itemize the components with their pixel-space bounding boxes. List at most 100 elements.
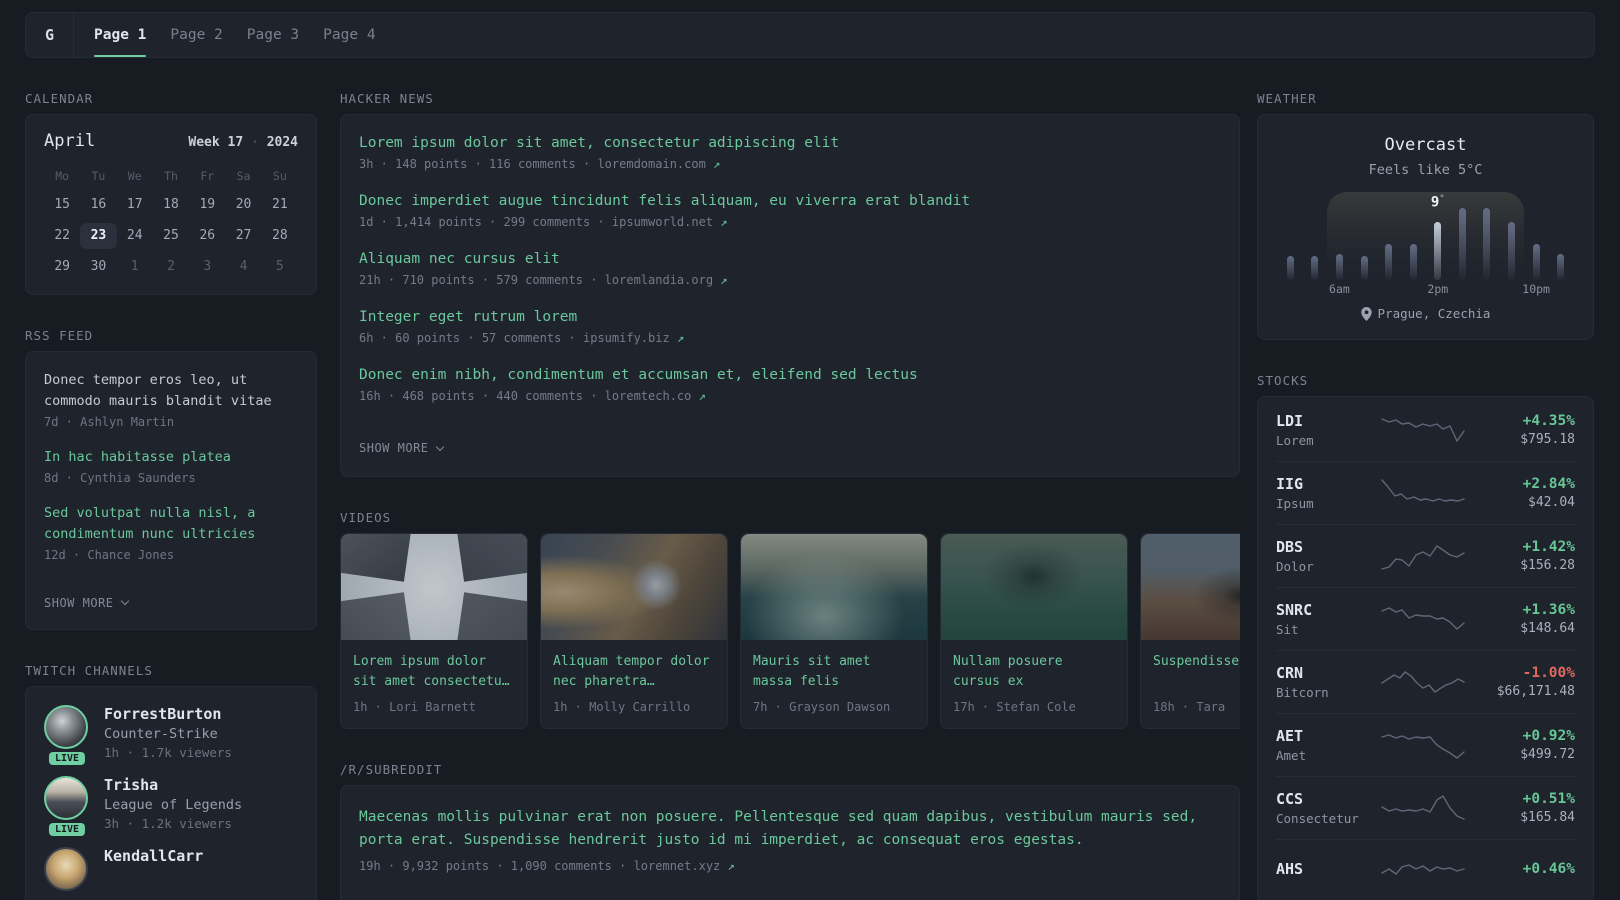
hn-item-domain-link[interactable]: loremtech.co ↗ [605, 389, 706, 403]
rss-item: Sed volutpat nulla nisl, a condimentum n… [44, 503, 298, 562]
video-title: Aliquam tempor dolor nec pharetra… [553, 654, 710, 690]
weather-hour-labels: 6am 2pm 10pm [1329, 282, 1550, 296]
section-title: RSS FEED [25, 328, 94, 343]
weather-section: WEATHER Overcast Feels like 5°C 9° 6am 2… [1257, 91, 1594, 340]
stock-row[interactable]: AET Amet +0.92% $499.72 [1276, 713, 1575, 776]
hn-item-title[interactable]: Integer eget rutrum lorem [359, 309, 1221, 325]
channel-name: Trisha [104, 775, 159, 794]
stock-change: +0.46% [1522, 860, 1575, 877]
app-logo[interactable]: G [26, 13, 74, 57]
weather-bar [1360, 256, 1368, 280]
stocks-section: STOCKS LDI Lorem +4.35% $795.18 IIG Ipsu… [1257, 373, 1594, 900]
hn-item-title[interactable]: Lorem ipsum dolor sit amet, consectetur … [359, 135, 1221, 151]
stock-sparkline [1381, 607, 1465, 630]
external-link-icon: ↗ [720, 215, 728, 229]
hn-item-domain-link[interactable]: loremdomain.com ↗ [597, 157, 720, 171]
calendar-week-year: Week 17 · 2024 [188, 135, 298, 150]
hn-item-domain-link[interactable]: ipsumify.biz ↗ [583, 331, 684, 345]
avatar-wrap [44, 846, 90, 891]
video-card[interactable]: Aliquam tempor dolor nec pharetra… 1h · … [540, 533, 728, 730]
rss-item-title[interactable]: In hac habitasse platea [44, 447, 298, 468]
weather-bar [1335, 254, 1343, 280]
calendar-day: 30 [90, 259, 107, 274]
calendar-day-next-month: 3 [203, 259, 212, 274]
reddit-post-domain-link[interactable]: loremnet.xyz ↗ [634, 859, 735, 873]
stock-row[interactable]: IIG Ipsum +2.84% $42.04 [1276, 461, 1575, 524]
stocks-widget: LDI Lorem +4.35% $795.18 IIG Ipsum +2.84… [1257, 396, 1594, 900]
video-card[interactable]: Lorem ipsum dolor sit amet consectetu… 1… [340, 533, 528, 730]
calendar-day: 21 [272, 197, 288, 212]
stock-name: Consectetur [1276, 811, 1359, 826]
calendar-day: 29 [54, 259, 70, 274]
hn-show-more-button[interactable]: SHOW MORE [359, 441, 444, 455]
stock-row[interactable]: CRN Bitcorn -1.00% $66,171.48 [1276, 650, 1575, 713]
hn-item-meta: 1d · 1,414 points · 299 comments · ipsum… [359, 215, 728, 229]
rss-item-title[interactable]: Donec tempor eros leo, ut commodo mauris… [44, 370, 298, 412]
stock-change: +4.35% [1522, 413, 1575, 429]
stock-row[interactable]: DBS Dolor +1.42% $156.28 [1276, 524, 1575, 587]
chevron-down-icon [435, 442, 444, 451]
stock-symbol: IIG [1276, 475, 1304, 493]
video-card[interactable]: Mauris sit amet massa felis 7h · Grayson… [740, 533, 928, 730]
tab-label: Page 4 [323, 27, 376, 43]
dot-separator: · [582, 157, 591, 171]
hn-item-title[interactable]: Donec imperdiet augue tincidunt felis al… [359, 193, 1221, 209]
weather-bar [1507, 222, 1515, 280]
stock-change: -1.00% [1522, 665, 1575, 681]
tab-page-1[interactable]: Page 1 [82, 13, 158, 57]
video-meta: 1h · Lori Barnett [353, 700, 476, 715]
video-thumbnail [1141, 534, 1240, 640]
calendar-day-next-month: 1 [130, 259, 139, 274]
hn-item-domain-link[interactable]: loremlandia.org ↗ [605, 273, 728, 287]
stock-symbol: SNRC [1276, 601, 1313, 619]
stock-row[interactable]: CCS Consectetur +0.51% $165.84 [1276, 776, 1575, 839]
calendar-day: 20 [235, 197, 252, 212]
calendar-day-next-month: 4 [239, 259, 248, 274]
twitch-channel-item[interactable]: LIVE Trisha League of Legends 3h · 1.2k … [44, 775, 298, 836]
calendar-day: 16 [90, 197, 107, 212]
rss-item: In hac habitasse platea 8d · Cynthia Sau… [44, 447, 298, 485]
rss-show-more-button[interactable]: SHOW MORE [44, 596, 129, 610]
video-meta: 1h · Molly Carrillo [553, 700, 691, 715]
tab-page-4[interactable]: Page 4 [311, 13, 387, 57]
calendar-day: 28 [272, 228, 288, 243]
weather-bar [1409, 244, 1417, 280]
calendar-dayname: Fr [200, 169, 215, 183]
tab-page-3[interactable]: Page 3 [235, 13, 311, 57]
hn-item-title[interactable]: Aliquam nec cursus elit [359, 251, 1221, 267]
twitch-channel-item[interactable]: KendallCarr [44, 846, 298, 891]
channel-game: League of Legends [104, 796, 243, 813]
stock-name: Sit [1276, 622, 1299, 637]
dot-separator: · [590, 273, 598, 287]
calendar-day: 25 [163, 228, 179, 243]
rss-item: Donec tempor eros leo, ut commodo mauris… [44, 370, 298, 429]
channel-meta: 3h · 1.2k viewers [104, 815, 232, 831]
tab-page-2[interactable]: Page 2 [158, 13, 234, 57]
rss-section: RSS FEED Donec tempor eros leo, ut commo… [25, 328, 317, 630]
hn-item-domain-link[interactable]: ipsumworld.net ↗ [612, 215, 728, 229]
hn-item-title[interactable]: Donec enim nibh, condimentum et accumsan… [359, 367, 1221, 383]
stock-sparkline [1381, 795, 1465, 820]
hn-item: Integer eget rutrum lorem 6h · 60 points… [359, 309, 1221, 345]
rss-item-title[interactable]: Sed volutpat nulla nisl, a condimentum n… [44, 503, 298, 545]
stock-price: $148.64 [1520, 621, 1575, 636]
section-title: STOCKS [1257, 373, 1309, 388]
calendar-day-next-month: 5 [275, 259, 284, 274]
reddit-post-title[interactable]: Maecenas mollis pulvinar erat non posuer… [359, 806, 1221, 852]
external-link-icon: ↗ [698, 389, 706, 403]
weather-bar [1483, 208, 1491, 280]
stock-row[interactable]: SNRC Sit +1.36% $148.64 [1276, 587, 1575, 650]
stock-row[interactable]: AHS +0.46% [1276, 839, 1575, 900]
external-link-icon: ↗ [720, 273, 728, 287]
dot-separator: · [597, 215, 605, 229]
video-thumbnail [741, 534, 927, 640]
stock-change: +1.36% [1522, 602, 1575, 618]
twitch-channel-item[interactable]: LIVE ForrestBurton Counter-Strike 1h · 1… [44, 704, 298, 765]
stock-change: +1.42% [1522, 539, 1575, 555]
video-meta: 18h · Tara [1153, 700, 1226, 714]
video-card[interactable]: Nullam posuere cursus ex 17h · Stefan Co… [940, 533, 1128, 730]
stock-sparkline [1381, 545, 1465, 570]
video-card[interactable]: Suspendisse diam 18h · Tara [1140, 533, 1240, 730]
weather-bars [1278, 208, 1573, 280]
stock-row[interactable]: LDI Lorem +4.35% $795.18 [1276, 399, 1575, 461]
